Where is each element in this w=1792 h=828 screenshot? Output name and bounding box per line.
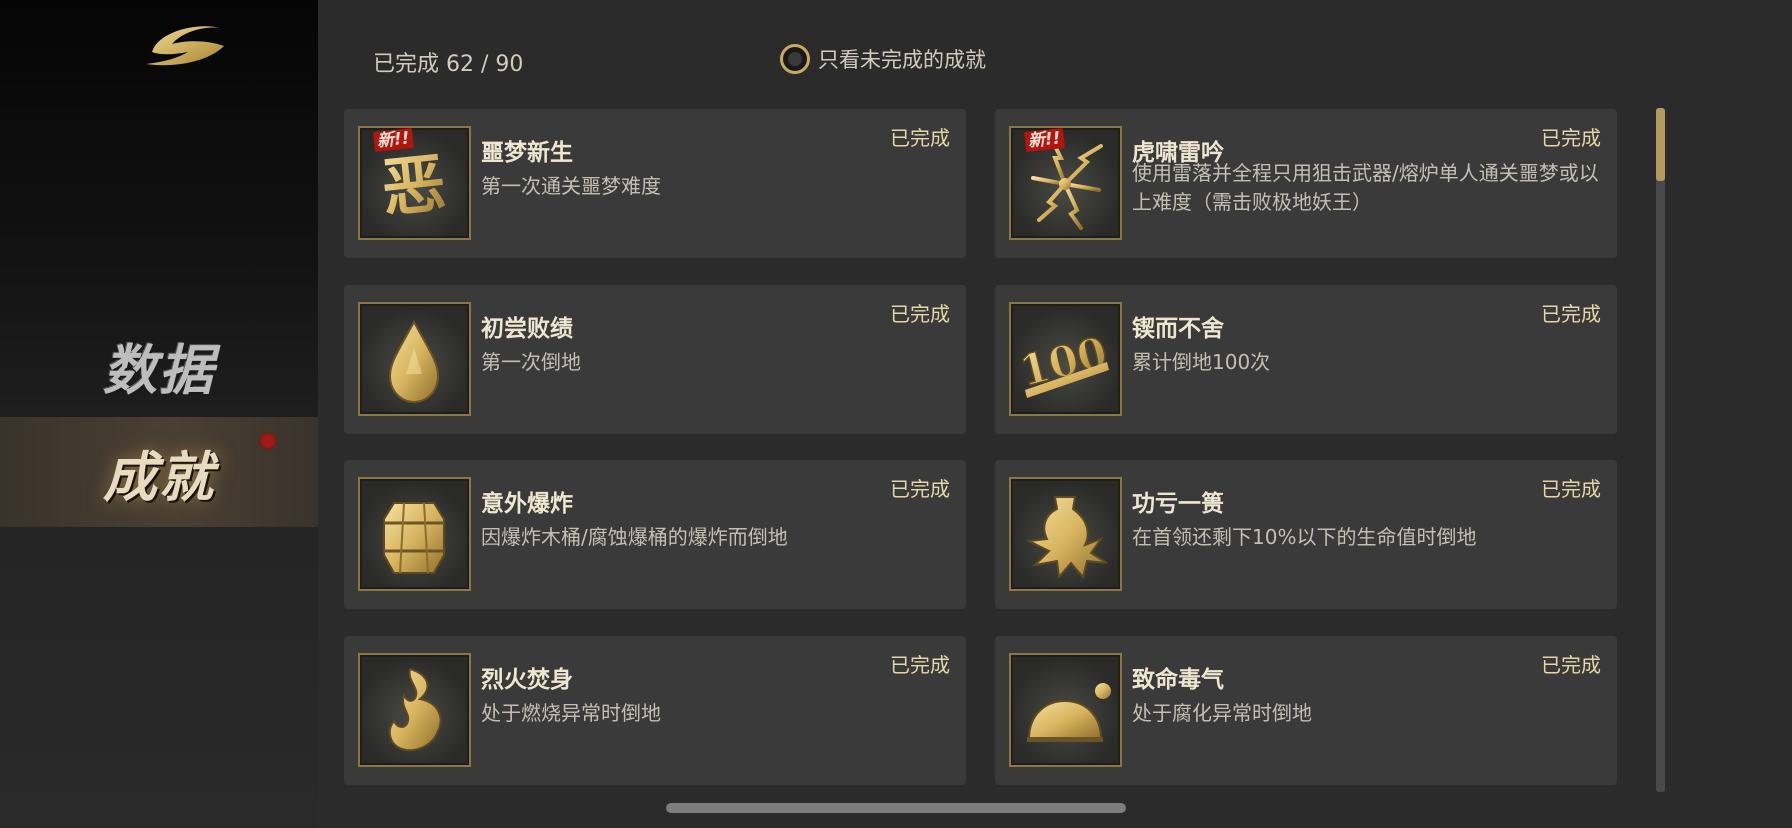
nightmare-glyph-icon: 恶新!! <box>358 126 471 240</box>
achievement-title: 噩梦新生 <box>481 140 573 166</box>
barrel-icon <box>358 477 471 591</box>
home-indicator[interactable] <box>666 803 1126 813</box>
achievement-description: 处于腐化异常时倒地 <box>1132 701 1312 725</box>
achievement-card[interactable]: 100 锲而不舍累计倒地100次 已完成 <box>995 285 1617 434</box>
achievement-description: 使用雷落并全程只用狙击武器/熔炉单人通关噩梦或以上难度（需击败极地妖王） <box>1132 161 1599 214</box>
nav-item-data-label: 数据 <box>103 337 215 402</box>
achievement-title: 初尝败绩 <box>481 316 573 342</box>
achievement-title: 功亏一篑 <box>1132 491 1224 517</box>
achievement-status: 已完成 <box>1541 302 1601 326</box>
nav-item-data[interactable]: 数据 <box>0 310 318 420</box>
flame-icon <box>358 653 471 767</box>
100-count-icon: 100 <box>1009 302 1122 416</box>
achievement-status: 已完成 <box>1541 653 1601 677</box>
achievement-status: 已完成 <box>1541 477 1601 501</box>
achievement-card[interactable]: 新!! 虎啸雷吟 使用雷落并全程只用狙击武器/熔炉单人通关噩梦或以上难度（需击败极地… <box>995 109 1617 258</box>
filter-incomplete-toggle[interactable]: 只看未完成的成就 <box>780 44 986 74</box>
achievement-description: 因爆炸木桶/腐蚀爆桶的爆炸而倒地 <box>481 525 788 549</box>
achievement-card[interactable]: 恶新!! 噩梦新生第一次通关噩梦难度 已完成 <box>344 109 966 258</box>
scrollbar-thumb[interactable] <box>1656 108 1665 181</box>
progress-counter: 已完成 62 / 90 <box>373 52 524 77</box>
achievement-card[interactable]: 致命毒气处于腐化异常时倒地 已完成 <box>995 636 1617 785</box>
achievement-status: 已完成 <box>890 302 950 326</box>
achievement-description: 累计倒地100次 <box>1132 350 1271 374</box>
filter-label: 只看未完成的成就 <box>818 48 986 72</box>
achievement-card[interactable]: 意外爆炸因爆炸木桶/腐蚀爆桶的爆炸而倒地 已完成 <box>344 460 966 609</box>
achievement-card[interactable]: 功亏一篑在首领还剩下10%以下的生命值时倒地 已完成 <box>995 460 1617 609</box>
new-badge: 新!! <box>373 128 414 152</box>
nav-item-achievements-label: 成就 <box>103 444 215 509</box>
achievement-title: 锲而不舍 <box>1132 316 1224 342</box>
poison-dome-icon <box>1009 653 1122 767</box>
achievement-status: 已完成 <box>890 126 950 150</box>
achievement-description: 第一次通关噩梦难度 <box>481 174 661 198</box>
achievement-title: 意外爆炸 <box>481 491 573 517</box>
achievement-description: 处于燃烧异常时倒地 <box>481 701 661 725</box>
teardrop-icon <box>358 302 471 416</box>
achievement-grid: 恶新!! 噩梦新生 第一次通关噩梦难度 已完成 新!! 虎啸雷吟 使用雷落并全程只用狙击武器… <box>344 109 1617 787</box>
sidebar: 数据 成就 <box>0 0 318 828</box>
lightning-icon: 新!! <box>1009 126 1122 240</box>
svg-text:100: 100 <box>1015 327 1112 396</box>
achievement-card[interactable]: 初尝败绩第一次倒地 已完成 <box>344 285 966 434</box>
nav-item-achievements[interactable]: 成就 <box>0 417 318 527</box>
scrollbar[interactable] <box>1656 108 1665 792</box>
achievement-status: 已完成 <box>890 653 950 677</box>
achievement-description: 第一次倒地 <box>481 350 581 374</box>
radio-icon[interactable] <box>780 44 810 74</box>
crescent-logo-icon <box>138 14 230 70</box>
new-badge: 新!! <box>1024 128 1065 152</box>
broken-vase-icon <box>1009 477 1122 591</box>
achievement-card[interactable]: 烈火焚身处于燃烧异常时倒地 已完成 <box>344 636 966 785</box>
achievement-status: 已完成 <box>890 477 950 501</box>
achievement-status: 已完成 <box>1541 126 1601 150</box>
achievement-title: 烈火焚身 <box>481 667 573 693</box>
notification-dot <box>258 431 278 451</box>
svg-text:恶: 恶 <box>378 146 449 227</box>
achievement-description: 在首领还剩下10%以下的生命值时倒地 <box>1132 525 1477 549</box>
achievement-title: 致命毒气 <box>1132 667 1224 693</box>
